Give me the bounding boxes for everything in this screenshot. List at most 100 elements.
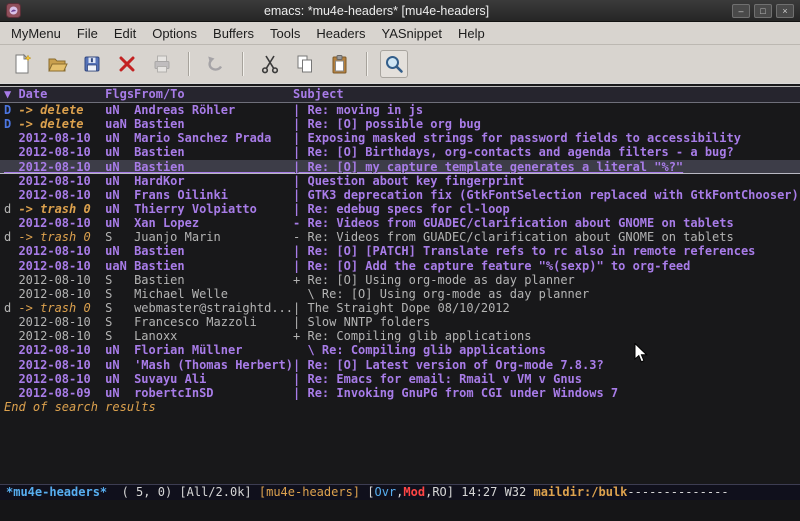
modeline-plain: ]: [447, 485, 461, 499]
modeline-plain: --------------: [627, 485, 728, 499]
message-from: 'Mash (Thomas Herbert): [134, 358, 293, 372]
echo-area[interactable]: [0, 500, 800, 521]
mark-indicator: [4, 244, 18, 258]
message-row[interactable]: 2012-08-10 uN Mario Sanchez Prada | Expo…: [0, 131, 800, 145]
message-row[interactable]: 2012-08-10 uN Bastien | Re: [O] [PATCH] …: [0, 244, 800, 258]
message-subject: | The Straight Dope 08/10/2012: [293, 301, 510, 315]
message-row[interactable]: 2012-08-10 uN Xan Lopez - Re: Videos fro…: [0, 216, 800, 230]
header-line[interactable]: ▼ Date FlgsFrom/To Subject: [0, 86, 800, 103]
message-date: 2012-08-09: [18, 386, 105, 400]
message-subject: | Re: [O] Latest version of Org-mode 7.8…: [293, 358, 604, 372]
message-from: Thierry Volpiatto: [134, 202, 293, 216]
menu-item-options[interactable]: Options: [144, 23, 205, 44]
message-flags: S: [105, 315, 134, 329]
message-date: 2012-08-10: [18, 244, 105, 258]
mark-indicator: [4, 372, 18, 386]
modeline-maildir: maildir:/bulk: [533, 485, 627, 499]
message-row[interactable]: 2012-08-10 uN Suvayu Ali | Re: Emacs for…: [0, 372, 800, 386]
menu-item-headers[interactable]: Headers: [308, 23, 373, 44]
undo-icon: [202, 50, 230, 78]
mark-indicator: [4, 259, 18, 273]
message-row[interactable]: 2012-08-10 uN Bastien | Re: [O] Birthday…: [0, 145, 800, 159]
mark-indicator: [4, 216, 18, 230]
menu-item-edit[interactable]: Edit: [106, 23, 144, 44]
modeline-plain: ( 5, 0) [All/2.0k]: [107, 485, 259, 499]
message-row[interactable]: 2012-08-10 S Michael Welle \ Re: [O] Usi…: [0, 287, 800, 301]
message-subject: | Slow NNTP folders: [293, 315, 430, 329]
message-subject: | Re: [O] Add the capture feature "%(sex…: [293, 259, 690, 273]
emacs-window: emacs: *mu4e-headers* [mu4e-headers] – □…: [0, 0, 800, 521]
menu-item-tools[interactable]: Tools: [262, 23, 308, 44]
maximize-button[interactable]: □: [754, 4, 772, 18]
message-subject: + Re: Compiling glib applications: [293, 329, 531, 343]
modeline-buffer: *mu4e-headers*: [6, 485, 107, 499]
message-date: 2012-08-10: [18, 145, 105, 159]
message-subject: - Re: Videos from GUADEC/clarification a…: [293, 230, 734, 244]
message-flags: uN: [105, 386, 134, 400]
menu-item-mymenu[interactable]: MyMenu: [3, 23, 69, 44]
save-icon[interactable]: [78, 50, 106, 78]
message-row[interactable]: D -> delete uN Andreas Röhler | Re: movi…: [0, 103, 800, 117]
toolbar: [0, 45, 800, 83]
message-row[interactable]: D -> delete uaN Bastien | Re: [O] possib…: [0, 117, 800, 131]
menu-item-buffers[interactable]: Buffers: [205, 23, 262, 44]
message-from: Michael Welle: [134, 287, 293, 301]
search-icon[interactable]: [380, 50, 408, 78]
modeline-plain: [: [360, 485, 374, 499]
message-row[interactable]: 2012-08-10 uN Florian Müllner \ Re: Comp…: [0, 343, 800, 357]
message-row[interactable]: 2012-08-09 uN robertcInSD | Re: Invoking…: [0, 386, 800, 400]
message-row[interactable]: 2012-08-10 uN Bastien | Re: [O] my captu…: [0, 160, 800, 174]
mouse-cursor: [634, 343, 648, 368]
message-row[interactable]: d -> trash 0 S Juanjo Marin - Re: Videos…: [0, 230, 800, 244]
message-flags: S: [105, 301, 134, 315]
message-date: 2012-08-10: [18, 131, 105, 145]
mark-indicator: d: [4, 230, 18, 244]
message-flags: uaN: [105, 117, 134, 131]
message-flags: uN: [105, 160, 134, 174]
message-row[interactable]: 2012-08-10 uN 'Mash (Thomas Herbert)| Re…: [0, 358, 800, 372]
message-from: Bastien: [134, 160, 293, 174]
cut-icon[interactable]: [256, 50, 284, 78]
toolbar-separator: [242, 52, 244, 76]
message-from: Francesco Mazzoli: [134, 315, 293, 329]
menu-item-file[interactable]: File: [69, 23, 106, 44]
message-from: webmaster@straightd...: [134, 301, 293, 315]
buffer-area[interactable]: ▼ Date FlgsFrom/To Subject D -> delete u…: [0, 83, 800, 484]
copy-icon[interactable]: [291, 50, 319, 78]
open-file-icon[interactable]: [43, 50, 71, 78]
mark-indicator: [4, 315, 18, 329]
message-row[interactable]: d -> trash 0 S webmaster@straightd...| T…: [0, 301, 800, 315]
message-list: D -> delete uN Andreas Röhler | Re: movi…: [0, 103, 800, 400]
message-row[interactable]: 2012-08-10 uN Frans Oilinki | GTK3 depre…: [0, 188, 800, 202]
mode-line: *mu4e-headers* ( 5, 0) [All/2.0k] [mu4e-…: [0, 484, 800, 500]
message-subject: | Re: edebug specs for cl-loop: [293, 202, 510, 216]
message-row[interactable]: d -> trash 0 uN Thierry Volpiatto | Re: …: [0, 202, 800, 216]
message-date: 2012-08-10: [18, 329, 105, 343]
message-from: Bastien: [134, 145, 293, 159]
pending-action: -> trash 0: [18, 202, 105, 216]
message-from: Bastien: [134, 259, 293, 273]
pending-action: -> delete: [18, 117, 105, 131]
minimize-button[interactable]: –: [732, 4, 750, 18]
close-buffer-icon[interactable]: [113, 50, 141, 78]
message-flags: uN: [105, 131, 134, 145]
menu-item-yasnippet[interactable]: YASnippet: [373, 23, 449, 44]
message-subject: \ Re: [O] Using org-mode as day planner: [293, 287, 589, 301]
modeline-plain: 14:27 W32: [461, 485, 533, 499]
menu-item-help[interactable]: Help: [450, 23, 493, 44]
close-button[interactable]: ×: [776, 4, 794, 18]
message-row[interactable]: 2012-08-10 S Francesco Mazzoli | Slow NN…: [0, 315, 800, 329]
message-row[interactable]: 2012-08-10 S Lanoxx + Re: Compiling glib…: [0, 329, 800, 343]
message-from: HardKor: [134, 174, 293, 188]
mark-indicator: [4, 131, 18, 145]
message-row[interactable]: 2012-08-10 uN HardKor | Question about k…: [0, 174, 800, 188]
message-from: Bastien: [134, 273, 293, 287]
message-from: Bastien: [134, 244, 293, 258]
message-flags: uN: [105, 372, 134, 386]
paste-icon[interactable]: [326, 50, 354, 78]
new-file-icon[interactable]: [8, 50, 36, 78]
message-row[interactable]: 2012-08-10 S Bastien + Re: [O] Using org…: [0, 273, 800, 287]
message-row[interactable]: 2012-08-10 uaN Bastien | Re: [O] Add the…: [0, 259, 800, 273]
mark-indicator: d: [4, 202, 18, 216]
mark-indicator: [4, 329, 18, 343]
